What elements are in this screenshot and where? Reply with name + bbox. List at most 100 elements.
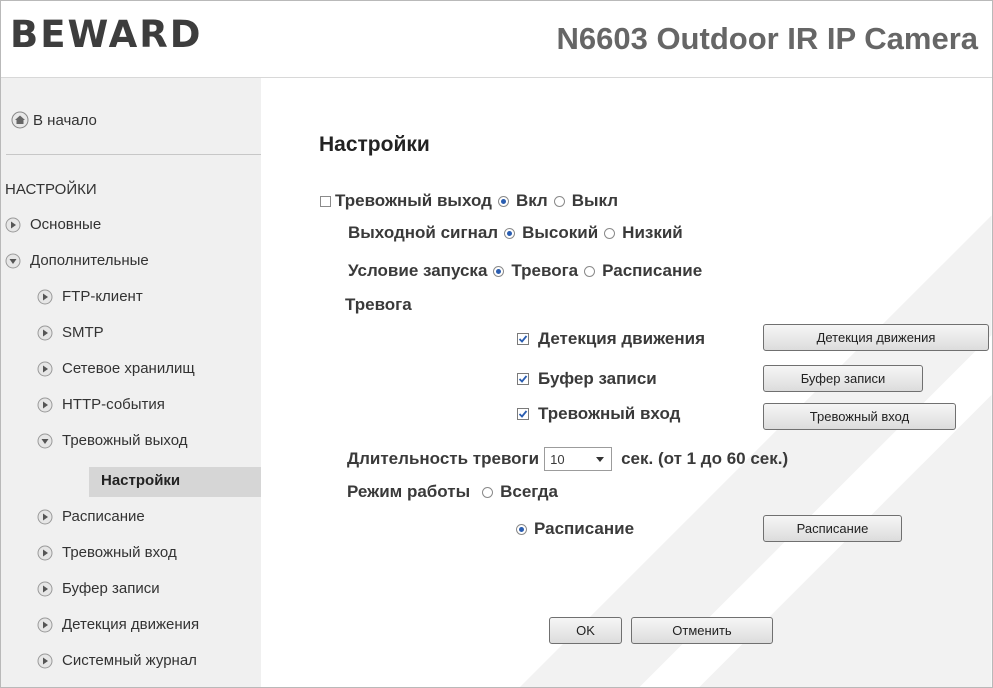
sidebar-item-record-buffer[interactable]: Буфер записи	[37, 580, 160, 597]
chevron-right-icon	[37, 617, 53, 632]
trigger-schedule-label: Расписание	[602, 261, 703, 280]
output-signal-low-label: Низкий	[622, 223, 683, 242]
sidebar-item-label: Тревожный выход	[62, 432, 188, 449]
sidebar-item-label: Основные	[30, 216, 102, 233]
sidebar-item-schedule[interactable]: Расписание	[37, 508, 145, 525]
sidebar-item-advanced[interactable]: Дополнительные	[5, 252, 149, 269]
sidebar-item-label: Дополнительные	[30, 252, 149, 269]
chevron-right-icon	[37, 325, 53, 340]
mode-schedule-label: Расписание	[534, 519, 635, 538]
chevron-right-icon	[37, 289, 53, 304]
chevron-right-icon	[37, 397, 53, 412]
motion-detection-label: Детекция движения	[538, 329, 705, 348]
alarm-duration-suffix: сек. (от 1 до 60 сек.)	[621, 449, 789, 468]
sidebar-item-label: Тревожный вход	[62, 544, 177, 561]
bullet-square-icon	[320, 195, 331, 207]
sidebar-item-ftp[interactable]: FTP-клиент	[37, 288, 143, 305]
sidebar: В начало НАСТРОЙКИ Основные Дополнительн…	[1, 78, 261, 687]
mode-always-radio[interactable]	[482, 486, 494, 498]
chevron-right-icon	[37, 545, 53, 560]
checkmark-icon	[518, 335, 528, 343]
record-buffer-row: Буфер записи	[517, 369, 657, 389]
mode-always-label: Всегда	[500, 482, 558, 501]
operation-mode-label: Режим работы	[347, 482, 471, 501]
trigger-schedule-radio[interactable]	[584, 265, 596, 277]
mode-schedule-radio[interactable]	[516, 523, 527, 535]
chevron-right-icon	[37, 653, 53, 668]
alarm-input-button[interactable]: Тревожный вход	[763, 403, 956, 430]
sidebar-item-label: Настройки	[101, 472, 181, 489]
checkmark-icon	[518, 375, 528, 383]
sidebar-item-alarm-output[interactable]: Тревожный выход	[37, 432, 187, 449]
motion-detection-button[interactable]: Детекция движения	[763, 324, 989, 351]
home-label: В начало	[33, 111, 97, 129]
chevron-down-icon	[37, 433, 53, 448]
sidebar-item-label: HTTP-события	[62, 396, 165, 413]
page-title: Настройки	[319, 133, 430, 156]
mode-schedule-row: Расписание	[510, 519, 634, 539]
checkmark-icon	[518, 410, 528, 418]
sidebar-item-label: Детекция движения	[62, 616, 200, 633]
alarm-input-row: Тревожный вход	[517, 404, 680, 424]
alarm-section-label: Тревога	[345, 295, 412, 314]
output-signal-high-label: Высокий	[522, 223, 599, 242]
chevron-right-icon	[37, 361, 53, 376]
header: BEWARD N6603 Outdoor IR IP Camera	[1, 1, 992, 78]
alarm-duration-label: Длительность тревоги	[347, 449, 540, 468]
sidebar-item-label: FTP-клиент	[62, 288, 143, 305]
alarm-output-off-label: Выкл	[571, 191, 619, 210]
camera-model-title: N6603 Outdoor IR IP Camera	[556, 21, 978, 56]
schedule-button[interactable]: Расписание	[763, 515, 902, 542]
sidebar-item-motion-detection[interactable]: Детекция движения	[37, 616, 199, 633]
alarm-input-label: Тревожный вход	[538, 404, 681, 423]
alarm-output-off-radio[interactable]	[553, 195, 565, 207]
ok-button[interactable]: OK	[549, 617, 622, 644]
output-signal-label: Выходной сигнал	[348, 223, 499, 242]
chevron-right-icon	[37, 509, 53, 524]
trigger-condition-label: Условие запуска	[348, 261, 488, 280]
alarm-duration-select[interactable]: 10	[544, 447, 613, 471]
sidebar-item-alarm-input[interactable]: Тревожный вход	[37, 544, 177, 561]
motion-detection-row: Детекция движения	[517, 329, 705, 349]
home-icon	[11, 111, 29, 129]
chevron-right-icon	[37, 581, 53, 596]
chevron-down-icon	[5, 253, 21, 268]
motion-detection-checkbox[interactable]	[517, 333, 529, 345]
cancel-button[interactable]: Отменить	[631, 617, 773, 644]
output-signal-low-radio[interactable]	[604, 227, 616, 239]
record-buffer-checkbox[interactable]	[517, 373, 529, 385]
alarm-output-label: Тревожный выход	[335, 191, 492, 210]
record-buffer-label: Буфер записи	[538, 369, 657, 388]
alarm-output-on-label: Вкл	[515, 191, 548, 210]
sidebar-item-label: Сетевое хранилищ	[62, 360, 195, 377]
sidebar-item-basic[interactable]: Основные	[5, 216, 101, 233]
output-signal-row: Выходной сигнал Высокий Низкий	[348, 223, 683, 243]
alarm-duration-row: Длительность тревоги 10 сек. (от 1 до 60…	[347, 447, 788, 471]
operation-mode-row: Режим работы Всегда	[347, 482, 558, 502]
chevron-right-icon	[5, 217, 21, 232]
alarm-duration-value: 10	[550, 451, 565, 467]
sidebar-item-settings-active[interactable]: Настройки	[89, 467, 261, 497]
trigger-alarm-radio[interactable]	[493, 265, 505, 277]
sidebar-item-smtp[interactable]: SMTP	[37, 324, 104, 341]
alarm-input-checkbox[interactable]	[517, 408, 529, 420]
sidebar-item-label: Буфер записи	[62, 580, 160, 597]
chevron-down-icon	[596, 457, 605, 462]
trigger-condition-row: Условие запуска Тревога Расписание	[348, 261, 702, 281]
alarm-output-on-radio[interactable]	[497, 195, 509, 207]
main-content: Настройки Тревожный выход Вкл Выкл Выход…	[261, 78, 992, 687]
output-signal-high-radio[interactable]	[504, 227, 516, 239]
sidebar-item-system-log[interactable]: Системный журнал	[37, 652, 197, 669]
sidebar-item-label: Расписание	[62, 508, 145, 525]
app-window: BEWARD N6603 Outdoor IR IP Camera В нача…	[0, 0, 993, 688]
sidebar-divider	[6, 154, 261, 155]
record-buffer-button[interactable]: Буфер записи	[763, 365, 923, 392]
sidebar-item-network-storage[interactable]: Сетевое хранилищ	[37, 360, 195, 377]
sidebar-item-label: SMTP	[62, 324, 104, 341]
home-link[interactable]: В начало	[11, 111, 97, 129]
sidebar-section-title: НАСТРОЙКИ	[5, 181, 97, 198]
sidebar-item-label: Системный журнал	[62, 652, 197, 669]
alarm-output-row: Тревожный выход Вкл Выкл	[320, 191, 618, 211]
sidebar-item-http-events[interactable]: HTTP-события	[37, 396, 165, 413]
beward-logo: BEWARD	[10, 13, 203, 56]
